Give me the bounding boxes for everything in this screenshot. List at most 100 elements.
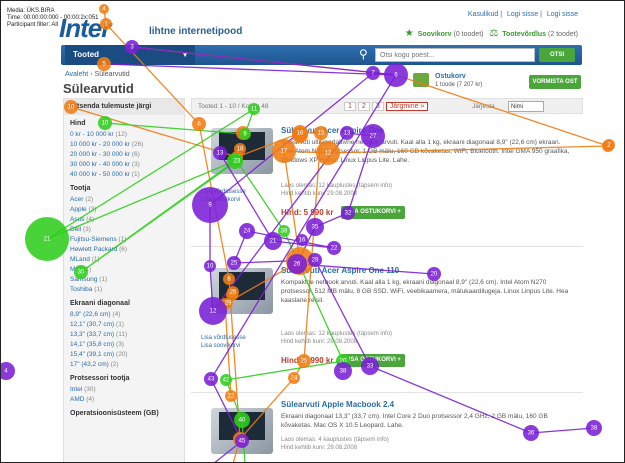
header-utilities: ★ Soovikorv (0 toodet) ⚖ Tootevõrdlus (2…	[405, 28, 578, 39]
filter-item[interactable]: Intel (30)	[70, 385, 184, 395]
category-label: Tooted	[73, 50, 100, 59]
top-link[interactable]: Kasulikud	[468, 11, 498, 18]
pagination: 1 2 3 Järgmine »	[344, 102, 430, 111]
chevron-down-icon: ▼	[181, 50, 189, 59]
product-item: Sülearvuti Acer Aspire One Sülearvuti ul…	[191, 118, 583, 243]
filter-item[interactable]: 15,4" (39,1 cm) (20)	[70, 350, 184, 360]
breadcrumb: Avaleht › Sülearvutid	[65, 71, 130, 78]
wishlist-link[interactable]: Lisa soovikorvi	[201, 342, 240, 350]
page-title: Sülearvutid	[63, 81, 134, 96]
filter-item[interactable]: Samsung (1)	[70, 275, 184, 285]
breadcrumb-current: Sülearvutid	[94, 71, 130, 78]
next-page-link[interactable]: Järgmine »	[385, 102, 429, 111]
product-stock: Laos olemas: 12 kauplustes (täpsem info)	[281, 183, 393, 189]
filter-section-title: Hind	[70, 120, 86, 127]
product-valid: Hind kehtib kuni: 29.08.2008	[281, 445, 358, 451]
wishlist-link[interactable]: Lisa soovikorvi	[201, 196, 240, 204]
filter-item[interactable]: Dell (3)	[70, 225, 184, 235]
sidebar-header: Kitsenda tulemuste järgi	[64, 99, 184, 115]
filter-item[interactable]: 40 000 kr - 50 000 kr (1)	[70, 170, 184, 180]
product-stock: Laos olemas: 12 kauplustes (täpsem info)	[281, 331, 393, 337]
filter-item[interactable]: MSI (1)	[70, 265, 184, 275]
category-dropdown[interactable]: Tooted ▼	[65, 45, 195, 65]
sort-label: Järjesta	[472, 103, 495, 110]
filter-item[interactable]: Acer (2)	[70, 195, 184, 205]
breadcrumb-home[interactable]: Avaleht	[65, 71, 88, 78]
filter-list-screen: 8,9" (22,6 cm) (4) 12,1" (30,7 cm) (1) 1…	[64, 310, 184, 370]
filter-item[interactable]: 14,1" (35,8 cm) (3)	[70, 340, 184, 350]
filter-item[interactable]: AMD (4)	[70, 395, 184, 405]
screen-frame: Media: ÜKS.BIRA Time: 00:00:00:000 - 00:…	[0, 0, 625, 463]
product-price: Hind: 5 990 kr	[281, 208, 334, 217]
filter-item[interactable]: 10 000 kr - 20 000 kr (26)	[70, 140, 184, 150]
filter-item[interactable]: 12,1" (30,7 cm) (1)	[70, 320, 184, 330]
top-link[interactable]: Logi sisse	[507, 11, 538, 18]
filter-item[interactable]: Fujitsu-Siemens (1)	[70, 235, 184, 245]
product-image[interactable]	[211, 408, 273, 454]
product-title[interactable]: Sülearvuti Acer Aspire One	[281, 126, 384, 135]
filter-section-title: Tootja	[70, 185, 91, 192]
filter-item[interactable]: 13,3" (33,7 cm) (11)	[70, 330, 184, 340]
filter-sidebar: Kitsenda tulemuste järgi Hind 0 kr - 10 …	[63, 98, 185, 462]
compare-link[interactable]: Lisa võrdlusesse	[201, 188, 246, 196]
meta-filter: Participant filter: All	[7, 22, 59, 28]
filter-item[interactable]: MLand (1)	[70, 255, 184, 265]
product-valid: Hind kehtib kuni: 29.08.2008	[281, 339, 358, 345]
product-description: Sülearvuti ultraportatiivne netbook arvu…	[281, 139, 570, 164]
product-image[interactable]	[211, 128, 273, 174]
web-page: Kasulikud | Logi sisse | Logi sisse Inte…	[41, 1, 586, 462]
gaze-fixation: 2	[603, 139, 615, 151]
filter-item[interactable]: Hewlett Packard (6)	[70, 245, 184, 255]
product-title[interactable]: Sülearvuti Apple Macbook 2.4	[281, 400, 394, 409]
filter-item[interactable]: 30 000 kr - 40 000 kr (3)	[70, 160, 184, 170]
sort-select[interactable]: Nimi	[508, 101, 544, 112]
gaze-fixation: 38	[586, 420, 602, 436]
page-link[interactable]: 1	[344, 102, 356, 111]
compare-link[interactable]: Lisa võrdlusesse	[201, 334, 246, 342]
filter-list-cpu: Intel (30) AMD (4)	[64, 385, 184, 405]
filter-list-brand: Acer (2) Apple (3) Asus (4) Dell (3) Fuj…	[64, 195, 184, 295]
product-item: Sülearvuti Acer Aspire One 110 Kompaktne…	[191, 250, 583, 390]
gaze-meta: Media: ÜKS.BIRA Time: 00:00:00:000 - 00:…	[7, 8, 99, 29]
product-stock: Laos olemas: 4 kauplustes (täpsem info)	[281, 437, 389, 443]
results-count: Tooted 1 - 10 / Kokku 48	[198, 103, 269, 110]
cart-title[interactable]: Ostukorv	[435, 73, 466, 80]
product-description: Kompaktne netbook arvuti. Kaal alla 1 kg…	[281, 279, 569, 304]
gaze-fixation: 2	[602, 140, 614, 152]
filter-item[interactable]: 0 kr - 10 000 kr (12)	[70, 130, 184, 140]
cart-subtitle: 1 toode (7 207 kr)	[435, 82, 483, 88]
filter-item[interactable]: 17" (43,2 cm) (2)	[70, 360, 184, 370]
add-to-cart-button[interactable]: LISA OSTUKORVI +	[341, 354, 405, 367]
search-input[interactable]	[375, 48, 535, 62]
gaze-fixation: 4	[1, 362, 15, 380]
filter-item[interactable]: Apple (3)	[70, 205, 184, 215]
meta-time: Time: 00:00:00:000 - 00:00:2x:051	[7, 15, 99, 21]
compare-count: (2 toodet)	[548, 31, 578, 38]
wishlist-count: (0 toodet)	[453, 31, 484, 38]
search-button[interactable]: OTSI	[539, 48, 575, 62]
product-valid: Hind kehtib kuni: 29.08.2008	[281, 191, 358, 197]
product-title[interactable]: Sülearvuti Acer Aspire One 110	[281, 266, 399, 275]
page-link[interactable]: 3	[371, 102, 384, 111]
cart-summary: Ostukorv 1 toode (7 207 kr) VORMISTA OST	[413, 71, 583, 93]
compare-link[interactable]: Tootevõrdlus	[502, 31, 546, 38]
page-link[interactable]: 2	[357, 102, 370, 111]
meta-media: Media: ÜKS.BIRA	[7, 8, 55, 14]
star-icon: ★	[404, 28, 414, 39]
filter-item[interactable]: 8,9" (22,6 cm) (4)	[70, 310, 184, 320]
svg-text:4: 4	[4, 369, 8, 375]
add-to-cart-button[interactable]: LISA OSTUKORVI +	[341, 206, 405, 219]
top-link[interactable]: Logi sisse	[547, 11, 578, 18]
wishlist-link[interactable]: Soovikorv	[418, 31, 452, 38]
svg-text:2: 2	[607, 143, 611, 149]
filter-list-price: 0 kr - 10 000 kr (12) 10 000 kr - 20 000…	[64, 130, 184, 180]
filter-item[interactable]: Asus (4)	[70, 215, 184, 225]
svg-text:38: 38	[591, 426, 598, 432]
checkout-button[interactable]: VORMISTA OST	[529, 75, 581, 89]
filter-item[interactable]: Toshiba (1)	[70, 285, 184, 295]
svg-text:2: 2	[606, 144, 610, 150]
product-image[interactable]	[211, 268, 273, 314]
results-toolbar: Tooted 1 - 10 / Kokku 48 1 2 3 Järgmine » J…	[191, 98, 583, 114]
filter-item[interactable]: 20 000 kr - 30 000 kr (6)	[70, 150, 184, 160]
cart-icon	[413, 73, 429, 87]
